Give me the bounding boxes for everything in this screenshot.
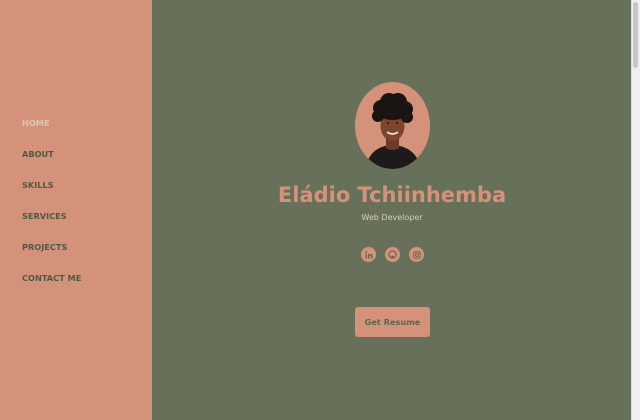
nav-item-home: HOME <box>22 118 81 149</box>
profile-role: Web Developer <box>361 213 423 222</box>
portfolio-page: HOME ABOUT SKILLS SERVICES PROJECTS CONT… <box>0 0 640 420</box>
linkedin-icon <box>364 250 372 258</box>
hero-section: Eládio Tchiinhemba Web Developer Get Res… <box>152 0 632 420</box>
nav-link-home[interactable]: HOME <box>22 118 50 129</box>
profile-photo <box>365 93 421 169</box>
scrollbar-thumb[interactable] <box>633 2 638 68</box>
nav-link-services[interactable]: SERVICES <box>22 211 67 222</box>
social-links <box>361 247 424 262</box>
sidebar-nav: HOME ABOUT SKILLS SERVICES PROJECTS CONT… <box>22 118 81 304</box>
github-icon <box>388 250 397 259</box>
instagram-link[interactable] <box>409 247 424 262</box>
nav-item-contact: CONTACT ME <box>22 273 81 304</box>
instagram-icon <box>412 250 421 259</box>
nav-item-skills: SKILLS <box>22 180 81 211</box>
nav-link-about[interactable]: ABOUT <box>22 149 54 160</box>
page-scrollbar[interactable] <box>631 0 640 420</box>
linkedin-link[interactable] <box>361 247 376 262</box>
nav-link-projects[interactable]: PROJECTS <box>22 242 67 253</box>
github-link[interactable] <box>385 247 400 262</box>
nav-item-services: SERVICES <box>22 211 81 242</box>
nav-link-contact-me[interactable]: CONTACT ME <box>22 273 81 284</box>
profile-name: Eládio Tchiinhemba <box>277 183 507 207</box>
get-resume-button[interactable]: Get Resume <box>355 307 430 337</box>
profile-avatar <box>355 82 430 169</box>
nav-item-about: ABOUT <box>22 149 81 180</box>
nav-link-skills[interactable]: SKILLS <box>22 180 54 191</box>
nav-item-projects: PROJECTS <box>22 242 81 273</box>
sidebar: HOME ABOUT SKILLS SERVICES PROJECTS CONT… <box>0 0 152 420</box>
